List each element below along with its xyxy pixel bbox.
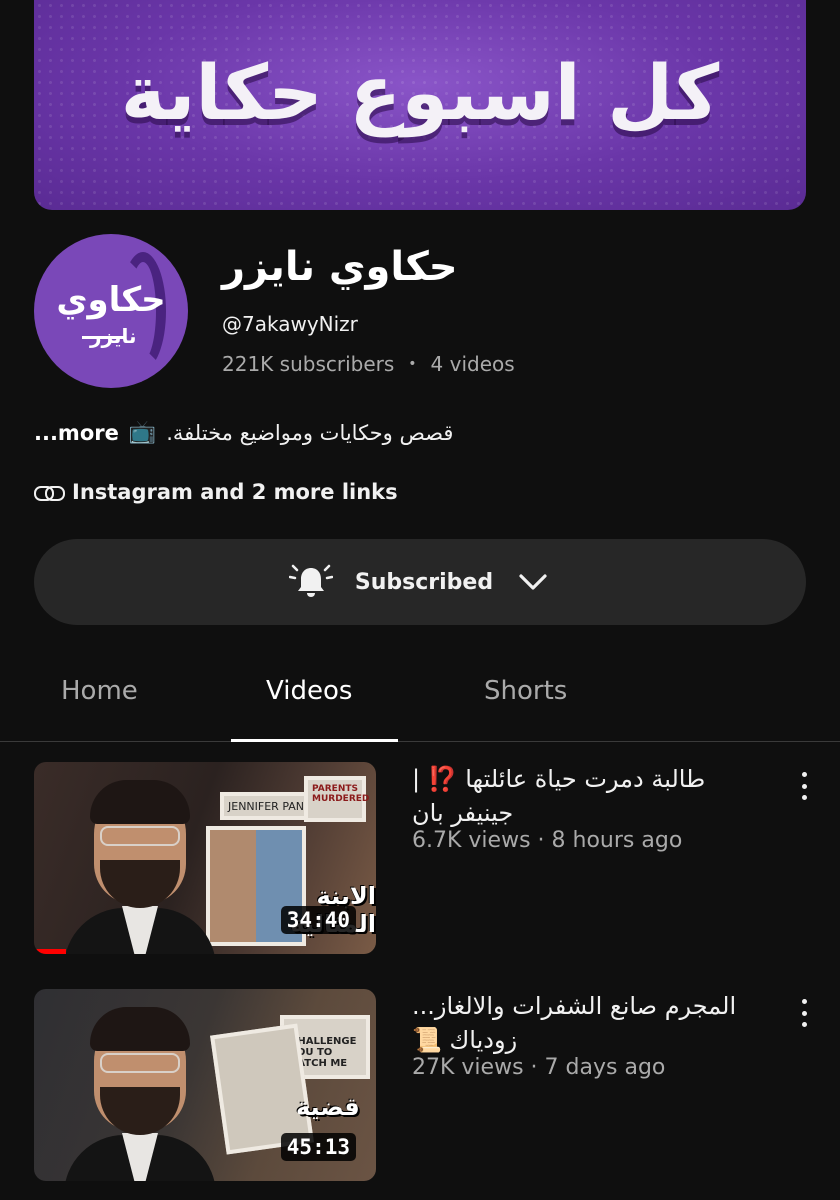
tv-icon: 📺 [128, 420, 157, 445]
channel-banner: كل اسبوع حكاية [34, 0, 806, 210]
tab-shorts[interactable]: Shorts [484, 676, 567, 706]
video-title[interactable]: طالبة دمرت حياة عائلتها ⁉️ | جينيفر بان [412, 762, 752, 830]
active-tab-indicator [231, 739, 398, 742]
subscriber-count: 221K subscribers [222, 352, 395, 376]
channel-description[interactable]: ...more 📺 قصص وحكايات ومواضيع مختلفة. [34, 420, 453, 445]
video-duration: 34:40 [280, 906, 356, 934]
video-duration: 45:13 [280, 1133, 356, 1161]
links-label: Instagram and 2 more links [72, 480, 398, 504]
video-title[interactable]: المجرم صانع الشفرات والالغاز... زودياك 📜 [412, 989, 752, 1057]
video-views: 6.7K views [412, 828, 531, 853]
video-item[interactable]: JENNIFER PAN PARENTS MURDERED الابنة الم… [34, 762, 840, 957]
channel-stats: 221K subscribers • 4 videos [222, 352, 515, 376]
subscribed-label: Subscribed [354, 569, 494, 595]
meta-separator: · [530, 1055, 538, 1080]
video-thumbnail[interactable]: JENNIFER PAN PARENTS MURDERED الابنة الم… [34, 762, 376, 954]
chevron-down-icon [519, 574, 547, 590]
presenter-figure [64, 1003, 216, 1181]
video-item[interactable]: I CHALLENGE YOU TO CATCH ME قضية 45:13 ا… [34, 989, 840, 1184]
channel-avatar[interactable]: حكاوي نايزر [34, 234, 188, 388]
video-count: 4 videos [430, 352, 515, 376]
channel-links[interactable]: Instagram and 2 more links [34, 480, 398, 504]
description-text: قصص وحكايات ومواضيع مختلفة. [166, 420, 454, 445]
avatar-text-line1: حكاوي [56, 280, 166, 320]
banner-text: كل اسبوع حكاية [120, 48, 720, 137]
presenter-figure [64, 776, 216, 954]
thumb-caption: قضية [296, 1093, 360, 1121]
more-link[interactable]: ...more [34, 421, 119, 445]
meta-separator: · [537, 828, 545, 853]
video-age: 7 days ago [544, 1055, 666, 1080]
link-icon [34, 484, 65, 501]
more-options-icon[interactable] [792, 768, 816, 804]
thumb-label: PARENTS MURDERED [304, 776, 369, 822]
channel-handle: @7akawyNizr [222, 312, 358, 336]
bell-ringing-icon [288, 564, 333, 597]
channel-name: حكاوي نايزر [222, 244, 458, 290]
video-meta: 27K views · 7 days ago [412, 1055, 665, 1080]
avatar-text-line2: نايزر [90, 324, 137, 348]
subscribed-button[interactable]: Subscribed [34, 539, 806, 625]
video-age: 8 hours ago [551, 828, 683, 853]
more-options-icon[interactable] [792, 995, 816, 1031]
video-thumbnail[interactable]: I CHALLENGE YOU TO CATCH ME قضية 45:13 [34, 989, 376, 1181]
video-views: 27K views [412, 1055, 524, 1080]
watch-progress-bar [34, 949, 66, 954]
video-meta: 6.7K views · 8 hours ago [412, 828, 682, 853]
stats-separator: • [408, 356, 417, 372]
tab-home[interactable]: Home [61, 676, 138, 706]
tab-videos[interactable]: Videos [266, 676, 352, 706]
channel-tabs: Home Videos Shorts [0, 640, 840, 742]
